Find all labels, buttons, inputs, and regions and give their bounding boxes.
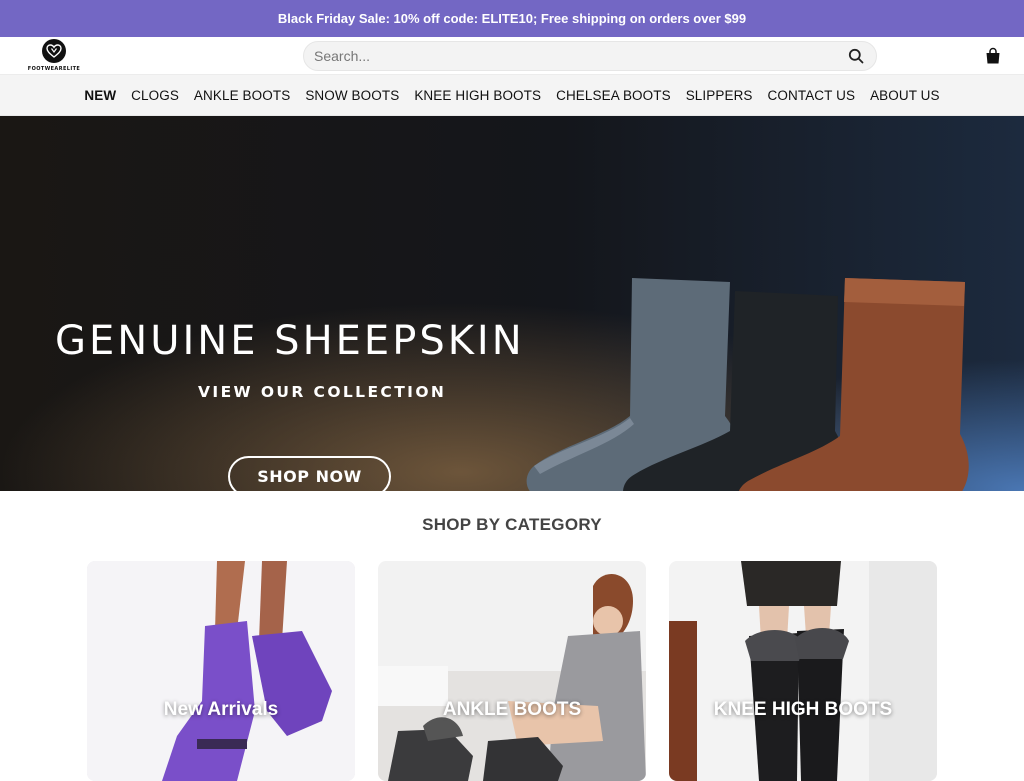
shop-by-category-heading: SHOP BY CATEGORY [422, 515, 602, 534]
purple-boots-image [87, 561, 355, 781]
knee-high-boots-image [669, 561, 937, 781]
shop-now-button[interactable]: SHOP NOW [228, 456, 391, 491]
category-card-label: New Arrivals [163, 699, 279, 720]
category-cards: New Arrivals ANKLE BOOTS KNEE HIGH BOOTS [87, 561, 937, 781]
hero-subtitle[interactable]: VIEW OUR COLLECTION [198, 383, 446, 401]
category-card-label: ANKLE BOOTS [442, 699, 582, 720]
site-logo[interactable]: FOOTWEARELITE [22, 39, 86, 73]
nav-item-chelsea-boots[interactable]: CHELSEA BOOTS [549, 88, 679, 103]
nav-item-snow-boots[interactable]: SNOW BOOTS [298, 88, 407, 103]
logo-text: FOOTWEARELITE [27, 66, 81, 72]
site-header: FOOTWEARELITE [0, 37, 1024, 75]
nav-item-knee-high-boots[interactable]: KNEE HIGH BOOTS [407, 88, 549, 103]
promo-banner: Black Friday Sale: 10% off code: ELITE10… [0, 0, 1024, 37]
logo-heart-icon [42, 39, 66, 63]
category-card-label: KNEE HIGH BOOTS [713, 699, 893, 720]
nav-item-contact-us[interactable]: CONTACT US [760, 88, 863, 103]
category-card-ankle-boots[interactable]: ANKLE BOOTS [378, 561, 646, 781]
nav-item-slippers[interactable]: SLIPPERS [678, 88, 760, 103]
sheepskin-boots-image [526, 278, 969, 491]
hero-title: GENUINE SHEEPSKIN [55, 318, 525, 364]
nav-item-about-us[interactable]: ABOUT US [863, 88, 948, 103]
nav-item-clogs[interactable]: CLOGS [124, 88, 187, 103]
search-icon [848, 48, 864, 64]
search-input[interactable] [304, 42, 836, 70]
search-button[interactable] [836, 42, 876, 70]
category-card-knee-high-boots[interactable]: KNEE HIGH BOOTS [669, 561, 937, 781]
promo-text: Black Friday Sale: 10% off code: ELITE10… [277, 11, 747, 26]
nav-item-new[interactable]: NEW [77, 88, 124, 103]
hero-banner: GENUINE SHEEPSKIN VIEW OUR COLLECTION SH… [0, 116, 1024, 491]
main-navigation: NEW CLOGS ANKLE BOOTS SNOW BOOTS KNEE HI… [0, 75, 1024, 116]
nav-item-ankle-boots[interactable]: ANKLE BOOTS [186, 88, 297, 103]
ankle-boots-image [378, 561, 646, 781]
category-card-new-arrivals[interactable]: New Arrivals [87, 561, 355, 781]
shopping-bag-icon [986, 47, 1000, 64]
search-bar [303, 41, 877, 71]
cart-button[interactable] [984, 47, 1002, 65]
